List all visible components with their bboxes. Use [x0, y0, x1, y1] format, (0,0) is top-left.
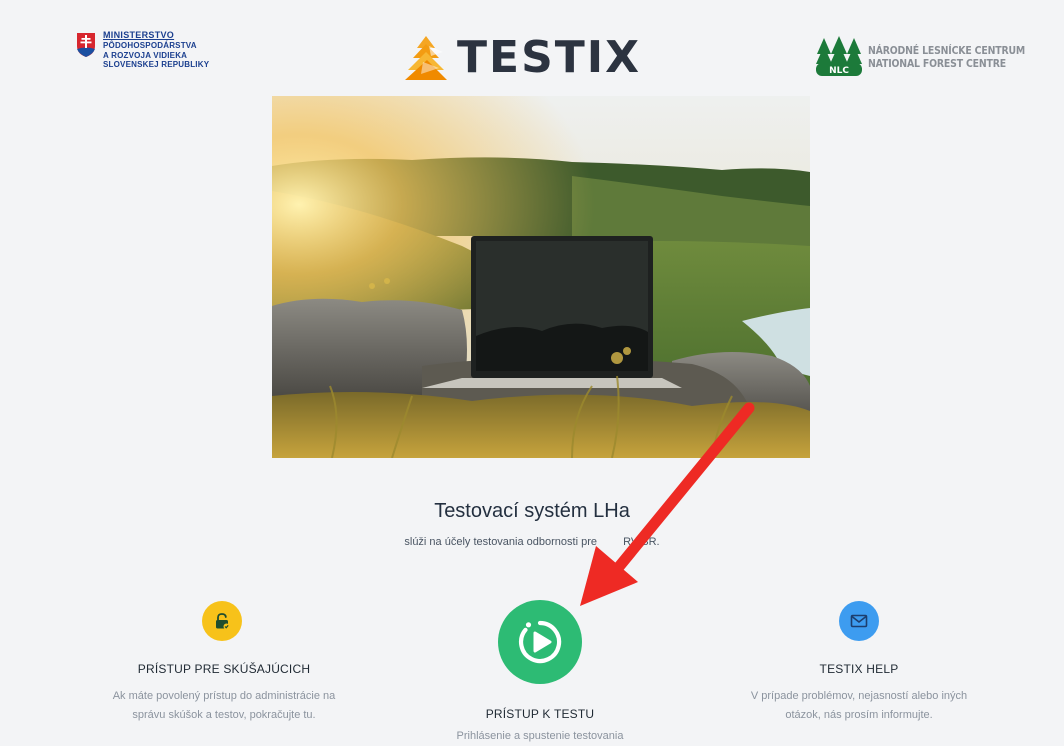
nlc-name-line2: NATIONAL FOREST CENTRE [868, 57, 1007, 70]
examiners-access-button[interactable] [202, 601, 242, 641]
ministry-name-line4: SLOVENSKEJ REPUBLIKY [103, 60, 210, 69]
test-desc-line1: Prihlásenie a spustenie testovania [456, 730, 624, 742]
ministry-name-line1: MINISTERSTVO [103, 30, 175, 40]
header: MINISTERSTVO PÔDOHOSPODÁRSTVA A ROZVOJA … [0, 0, 1064, 92]
test-access-button[interactable] [498, 600, 582, 684]
page-title-text: Testovací systém LHa [434, 500, 630, 522]
ministry-logo[interactable]: MINISTERSTVO PÔDOHOSPODÁRSTVA A ROZVOJA … [76, 30, 209, 70]
examiners-heading[interactable]: PRÍSTUP PRE SKÚŠAJÚCICH [100, 662, 348, 676]
ministry-name-line2: PÔDOHOSPODÁRSTVA [103, 41, 197, 50]
lock-icon [216, 613, 230, 630]
app-name: TESTIX [457, 32, 642, 83]
testix-logo[interactable]: TESTIX [403, 34, 641, 82]
nlc-name-line1: NÁRODNÉ LESNÍCKE CENTRUM [868, 44, 1026, 57]
tree-logo-icon [405, 36, 447, 80]
nlc-logo[interactable]: NLC NÁRODNÉ LESNÍCKE CENTRUM NATIONAL FO… [816, 36, 1053, 78]
page-title: Testovací systém LHa [0, 500, 1064, 523]
help-heading[interactable]: TESTIX HELP [740, 662, 978, 676]
examiners-desc-line1: Ak máte povolený prístup do administráci… [112, 690, 336, 702]
help-desc-line2: otázok, nás prosím informujte. [785, 709, 933, 721]
help-desc: V prípade problémov, nejasností alebo in… [700, 687, 1018, 725]
page-subtitle-end: RV SR. [623, 536, 660, 548]
help-button[interactable] [839, 601, 879, 641]
examiners-card: PRÍSTUP PRE SKÚŠAJÚCICH [100, 662, 348, 676]
test-heading[interactable]: PRÍSTUP K TESTU [420, 707, 660, 721]
nlc-emblem-text: NLC [829, 66, 849, 76]
page-subtitle: slúži na účely testovania odbornosti pre… [0, 536, 1064, 548]
landing-page: MINISTERSTVO PÔDOHOSPODÁRSTVA A ROZVOJA … [0, 0, 1064, 742]
examiners-desc: Ak máte povolený prístup do administráci… [60, 687, 388, 725]
laptop-landscape-photo [272, 96, 810, 458]
help-card: TESTIX HELP [740, 662, 978, 676]
examiners-desc-line2: správu skúšok a testov, pokračujte tu. [132, 709, 316, 721]
test-card: PRÍSTUP K TESTU [420, 707, 660, 721]
play-icon [518, 620, 562, 664]
nlc-trees-icon: NLC [816, 36, 862, 76]
hero-image [272, 96, 810, 458]
slovak-crest-icon [77, 33, 95, 57]
mail-icon [850, 614, 868, 628]
help-desc-line1: V prípade problémov, nejasností alebo in… [750, 690, 968, 702]
test-desc: Prihlásenie a spustenie testovania [400, 727, 680, 746]
ministry-name-line3: A ROZVOJA VIDIEKA [103, 50, 188, 60]
page-subtitle-text: slúži na účely testovania odbornosti pre [404, 536, 597, 548]
